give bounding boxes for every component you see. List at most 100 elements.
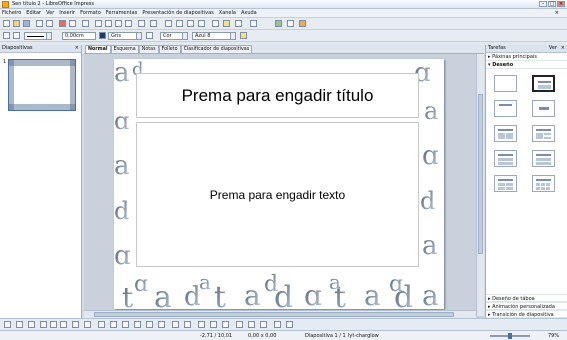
- callouts-icon[interactable]: [146, 321, 153, 328]
- block-arrows-icon[interactable]: [122, 321, 129, 328]
- edit-file-icon[interactable]: [46, 20, 53, 27]
- close-icon[interactable]: ×: [557, 1, 565, 7]
- tab-notes[interactable]: Notas: [138, 45, 159, 53]
- shadow-icon[interactable]: [240, 32, 247, 39]
- arrange-icon[interactable]: [260, 321, 267, 328]
- new-icon[interactable]: [3, 20, 10, 27]
- redo-icon[interactable]: [150, 20, 157, 27]
- menu-slideshow[interactable]: Presentación de diapositivas: [142, 10, 213, 16]
- layout-title-2-content-top[interactable]: [494, 150, 517, 167]
- chart-icon[interactable]: [165, 20, 172, 27]
- vertical-scroll-thumb[interactable]: [478, 94, 483, 254]
- section-master-pages[interactable]: ▸ Páxinas principais: [486, 53, 567, 61]
- menu-file[interactable]: Ficheiro: [2, 10, 21, 16]
- section-slide-transition[interactable]: ▸ Transición de diapositiva: [486, 310, 567, 318]
- layout-title-content-2[interactable]: [532, 125, 555, 142]
- rotate-icon[interactable]: [236, 321, 243, 328]
- arrow-tool-icon[interactable]: [28, 321, 35, 328]
- area-style-select[interactable]: Cor: [160, 32, 188, 40]
- rectangle-tool-icon[interactable]: [40, 321, 47, 328]
- horizontal-scroll-thumb[interactable]: [94, 312, 454, 317]
- line-color-icon[interactable]: [99, 32, 106, 39]
- menu-format[interactable]: Formato: [80, 10, 101, 16]
- export-pdf-icon[interactable]: [59, 20, 66, 27]
- fontwork-gallery-icon[interactable]: [198, 321, 205, 328]
- menu-help[interactable]: Axuda: [241, 10, 257, 16]
- area-icon[interactable]: [146, 32, 153, 39]
- stars-icon[interactable]: [158, 321, 165, 328]
- navigator-icon[interactable]: [223, 20, 230, 27]
- copy-icon[interactable]: [105, 20, 112, 27]
- align-icon[interactable]: [248, 321, 255, 328]
- tab-slide-sorter[interactable]: Clasificador de diapositivas: [180, 45, 253, 53]
- 3d-objects-icon[interactable]: [286, 321, 293, 328]
- menu-insert[interactable]: Inserir: [59, 10, 75, 16]
- menu-view[interactable]: Ver: [46, 10, 54, 16]
- vertical-scrollbar[interactable]: [476, 54, 484, 316]
- slide-canvas[interactable]: a d ɑ a ɑ d a ɑ a d ɑ t a d t a d ɑ t a: [114, 59, 444, 309]
- layout-title-only[interactable]: [494, 100, 517, 117]
- tab-normal[interactable]: Normal: [85, 45, 111, 53]
- save-icon[interactable]: [23, 20, 30, 27]
- close-document-icon[interactable]: ×: [555, 10, 559, 16]
- slide-icon[interactable]: [275, 20, 282, 27]
- paste-icon[interactable]: [115, 20, 122, 27]
- content-placeholder[interactable]: Prema para engadir texto: [136, 122, 419, 267]
- minimize-icon[interactable]: –: [539, 1, 547, 7]
- help-icon[interactable]: [250, 20, 257, 27]
- maximize-icon[interactable]: □: [548, 1, 556, 7]
- layout-title-2-content[interactable]: [494, 125, 517, 142]
- close-tasks-icon[interactable]: ×: [561, 45, 565, 52]
- slide-design-icon[interactable]: [287, 20, 294, 27]
- section-table-design[interactable]: ▸ Deseño de táboa: [486, 294, 567, 302]
- flowchart-icon[interactable]: [134, 321, 141, 328]
- layout-blank[interactable]: [494, 75, 517, 92]
- ellipse-tool-icon[interactable]: [50, 321, 57, 328]
- fontwork-icon[interactable]: [212, 20, 219, 27]
- from-file-icon[interactable]: [210, 321, 217, 328]
- zoom-level[interactable]: 79%: [548, 333, 559, 339]
- menu-edit[interactable]: Editar: [26, 10, 41, 16]
- points-icon[interactable]: [172, 321, 179, 328]
- horizontal-scrollbar[interactable]: [84, 310, 476, 318]
- slideshow-icon[interactable]: [299, 20, 306, 27]
- close-panel-icon[interactable]: ×: [75, 45, 79, 52]
- tab-outline[interactable]: Esquema: [110, 45, 139, 53]
- curve-tool-icon[interactable]: [72, 321, 79, 328]
- line-icon[interactable]: [3, 32, 10, 39]
- open-icon[interactable]: [13, 20, 20, 27]
- gallery-icon[interactable]: [222, 321, 229, 328]
- layout-title-content[interactable]: [532, 75, 555, 92]
- section-custom-animation[interactable]: ▸ Animación personalizada: [486, 302, 567, 310]
- menu-window[interactable]: Xanela: [219, 10, 236, 16]
- spellcheck-icon[interactable]: [82, 20, 89, 27]
- layout-title-6-content[interactable]: [532, 175, 555, 192]
- text-tool-icon[interactable]: [60, 321, 67, 328]
- image-icon[interactable]: [187, 20, 194, 27]
- title-placeholder[interactable]: Prema para engadir título: [136, 73, 419, 118]
- line-style-select[interactable]: [24, 32, 52, 40]
- undo-icon[interactable]: [138, 20, 145, 27]
- movie-icon[interactable]: [198, 20, 205, 27]
- zoom-slider-knob[interactable]: [508, 333, 512, 339]
- tasks-view-menu[interactable]: Ver: [549, 45, 557, 52]
- table-icon[interactable]: [176, 20, 183, 27]
- extrusion-icon[interactable]: [274, 321, 281, 328]
- slide-thumbnail[interactable]: [8, 59, 76, 111]
- glue-points-icon[interactable]: [184, 321, 191, 328]
- line-width-field[interactable]: 0,00cm: [62, 32, 96, 40]
- connector-tool-icon[interactable]: [84, 321, 91, 328]
- arrow-style-icon[interactable]: [13, 32, 20, 39]
- select-arrow-icon[interactable]: [4, 321, 11, 328]
- menu-tools[interactable]: Ferramentas: [106, 10, 138, 16]
- zoom-icon[interactable]: [235, 20, 242, 27]
- email-icon[interactable]: [36, 20, 43, 27]
- line-tool-icon[interactable]: [16, 321, 23, 328]
- cut-icon[interactable]: [95, 20, 102, 27]
- tab-handout[interactable]: Folleto: [158, 45, 181, 53]
- basic-shapes-icon[interactable]: [98, 321, 105, 328]
- print-icon[interactable]: [69, 20, 76, 27]
- area-color-select[interactable]: Azul 8: [192, 32, 236, 40]
- symbol-shapes-icon[interactable]: [110, 321, 117, 328]
- line-color-select[interactable]: Gris: [108, 32, 142, 40]
